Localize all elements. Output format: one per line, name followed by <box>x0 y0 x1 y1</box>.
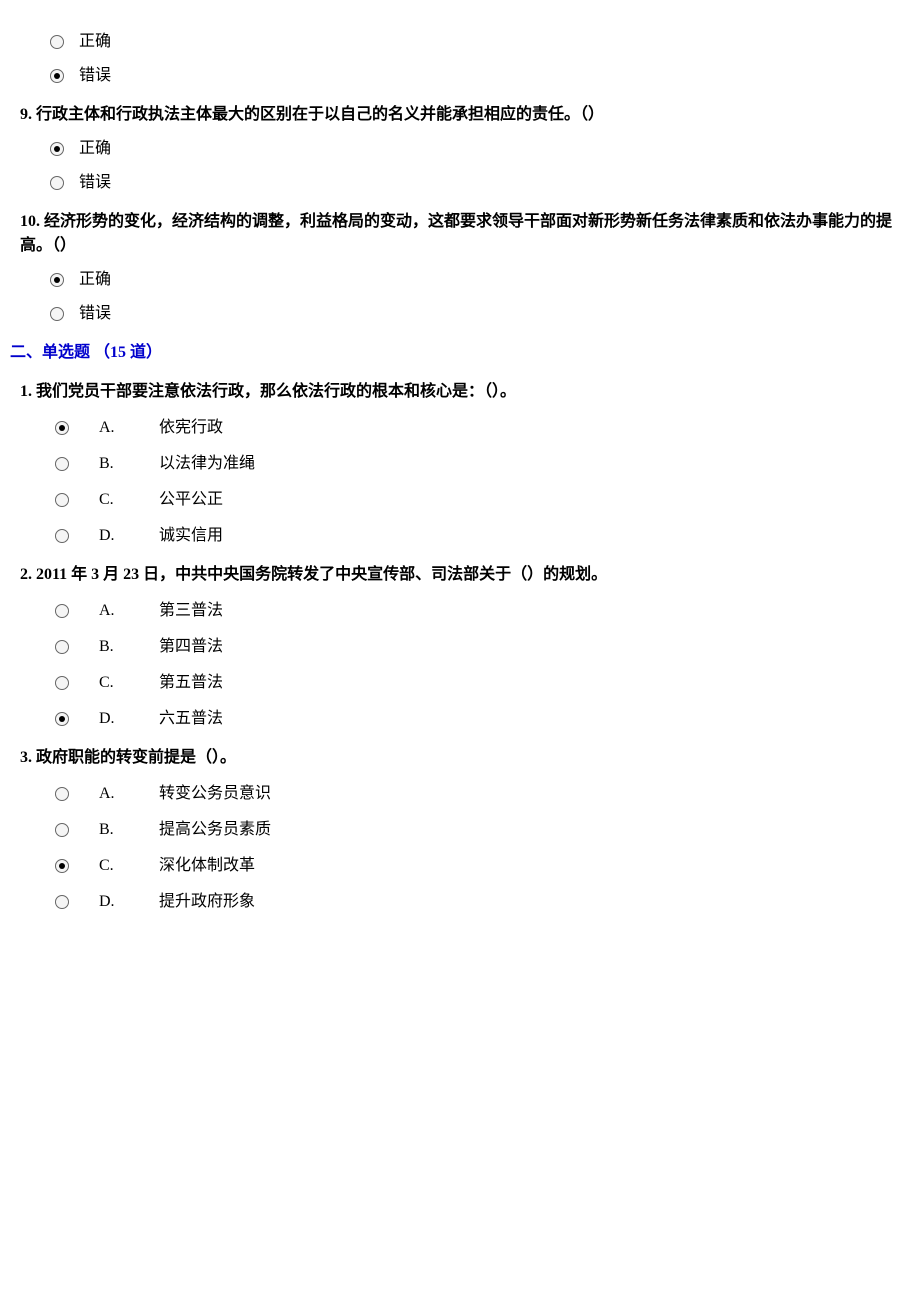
mc-q1-option-a[interactable]: A. 依宪行政 <box>55 416 910 440</box>
radio-selected <box>50 273 64 287</box>
radio-unselected <box>55 787 69 801</box>
mc-q2-text: 2. 2011 年 3 月 23 日，中共中央国务院转发了中央宣传部、司法部关于… <box>20 563 910 587</box>
radio-selected <box>55 421 69 435</box>
option-text: 深化体制改革 <box>159 854 255 878</box>
option-text: 转变公务员意识 <box>159 782 271 806</box>
q9-num: 9. <box>20 106 32 123</box>
q9-text: 9. 行政主体和行政执法主体最大的区别在于以自己的名义并能承担相应的责任。（） <box>20 103 910 127</box>
radio-unselected <box>55 604 69 618</box>
option-letter: D. <box>99 890 129 914</box>
option-text: 第三普法 <box>159 599 223 623</box>
mc-q2-option-d[interactable]: D. 六五普法 <box>55 707 910 731</box>
q10-option-wrong[interactable]: 错误 <box>50 302 910 326</box>
q8-option-wrong[interactable]: 错误 <box>50 64 910 88</box>
q9-option-wrong[interactable]: 错误 <box>50 171 910 195</box>
radio-selected <box>55 712 69 726</box>
mc-q1-body: 我们党员干部要注意依法行政，那么依法行政的根本和核心是：（）。 <box>36 383 516 400</box>
mc-q3-text: 3. 政府职能的转变前提是（）。 <box>20 746 910 770</box>
option-letter: B. <box>99 818 129 842</box>
mc-q3-option-a[interactable]: A. 转变公务员意识 <box>55 782 910 806</box>
option-label: 正确 <box>79 137 111 161</box>
mc-q1-num: 1. <box>20 383 32 400</box>
mc-q3-num: 3. <box>20 749 32 766</box>
radio-unselected <box>55 493 69 507</box>
option-letter: D. <box>99 707 129 731</box>
section2-header: 二、单选题 （15 道） <box>10 341 910 365</box>
mc-q1-option-b[interactable]: B. 以法律为准绳 <box>55 452 910 476</box>
option-letter: A. <box>99 416 129 440</box>
option-letter: D. <box>99 524 129 548</box>
option-letter: B. <box>99 635 129 659</box>
radio-selected <box>50 69 64 83</box>
radio-unselected <box>55 823 69 837</box>
option-text: 以法律为准绳 <box>159 452 255 476</box>
option-letter: A. <box>99 782 129 806</box>
mc-q3-option-b[interactable]: B. 提高公务员素质 <box>55 818 910 842</box>
q10-num: 10. <box>20 213 40 230</box>
radio-unselected <box>55 895 69 909</box>
radio-unselected <box>50 307 64 321</box>
radio-unselected <box>55 529 69 543</box>
option-letter: C. <box>99 671 129 695</box>
option-text: 六五普法 <box>159 707 223 731</box>
radio-selected <box>55 859 69 873</box>
q9-option-correct[interactable]: 正确 <box>50 137 910 161</box>
radio-unselected <box>50 176 64 190</box>
mc-q1-option-c[interactable]: C. 公平公正 <box>55 488 910 512</box>
mc-q3-body: 政府职能的转变前提是（）。 <box>36 749 236 766</box>
radio-unselected <box>55 640 69 654</box>
option-letter: B. <box>99 452 129 476</box>
mc-q1-option-d[interactable]: D. 诚实信用 <box>55 524 910 548</box>
radio-unselected <box>55 457 69 471</box>
option-label: 正确 <box>79 268 111 292</box>
option-label: 正确 <box>79 30 111 54</box>
radio-unselected <box>55 676 69 690</box>
mc-q2-option-b[interactable]: B. 第四普法 <box>55 635 910 659</box>
mc-q3-option-c[interactable]: C. 深化体制改革 <box>55 854 910 878</box>
option-letter: A. <box>99 599 129 623</box>
option-text: 公平公正 <box>159 488 223 512</box>
q10-body: 经济形势的变化，经济结构的调整，利益格局的变动，这都要求领导干部面对新形势新任务… <box>20 213 892 254</box>
mc-q2-option-a[interactable]: A. 第三普法 <box>55 599 910 623</box>
option-text: 诚实信用 <box>159 524 223 548</box>
mc-q2-num: 2. <box>20 566 32 583</box>
q8-option-correct[interactable]: 正确 <box>50 30 910 54</box>
option-text: 依宪行政 <box>159 416 223 440</box>
radio-selected <box>50 142 64 156</box>
radio-unselected <box>50 35 64 49</box>
option-letter: C. <box>99 854 129 878</box>
mc-q2-option-c[interactable]: C. 第五普法 <box>55 671 910 695</box>
option-label: 错误 <box>79 64 111 88</box>
option-label: 错误 <box>79 302 111 326</box>
q10-text: 10. 经济形势的变化，经济结构的调整，利益格局的变动，这都要求领导干部面对新形… <box>20 210 910 258</box>
mc-q3-option-d[interactable]: D. 提升政府形象 <box>55 890 910 914</box>
option-text: 提升政府形象 <box>159 890 255 914</box>
option-text: 第五普法 <box>159 671 223 695</box>
mc-q2-body: 2011 年 3 月 23 日，中共中央国务院转发了中央宣传部、司法部关于（）的… <box>36 566 607 583</box>
mc-q1-text: 1. 我们党员干部要注意依法行政，那么依法行政的根本和核心是：（）。 <box>20 380 910 404</box>
option-label: 错误 <box>79 171 111 195</box>
q9-body: 行政主体和行政执法主体最大的区别在于以自己的名义并能承担相应的责任。（） <box>36 106 604 123</box>
option-text: 提高公务员素质 <box>159 818 271 842</box>
option-letter: C. <box>99 488 129 512</box>
q10-option-correct[interactable]: 正确 <box>50 268 910 292</box>
option-text: 第四普法 <box>159 635 223 659</box>
